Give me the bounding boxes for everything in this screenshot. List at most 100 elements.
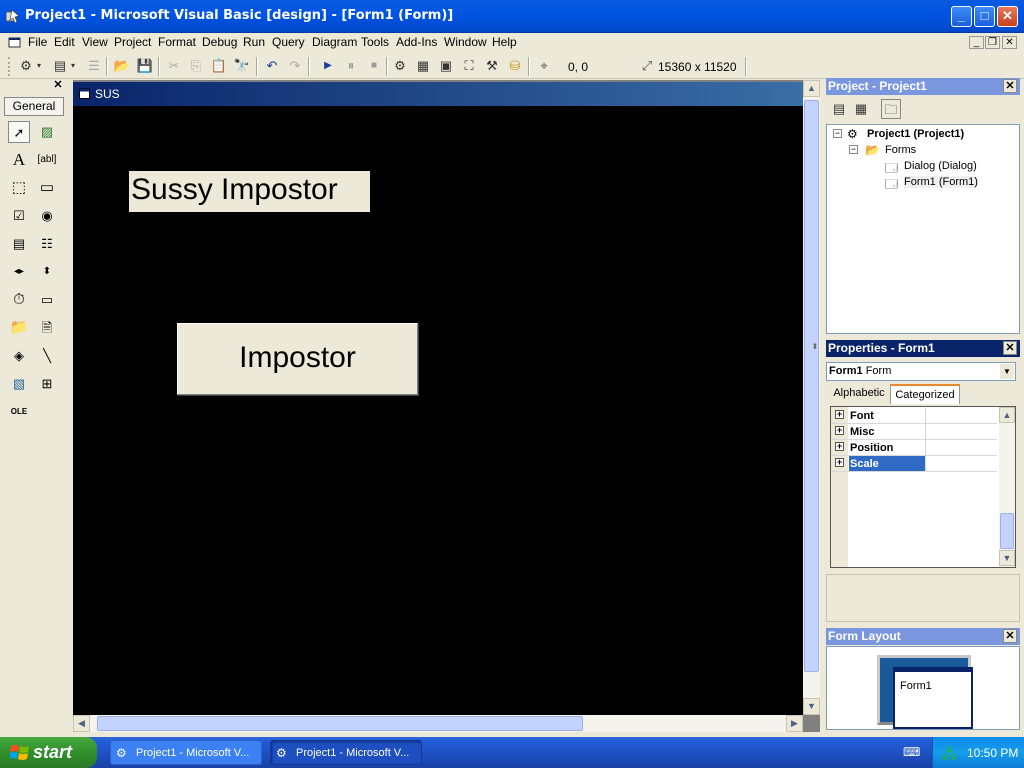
form1-preview[interactable]: Form1 bbox=[893, 667, 973, 729]
object-selector-dropdown-icon[interactable]: ▼ bbox=[1000, 364, 1014, 379]
toolbox-tab-general[interactable]: General bbox=[4, 97, 64, 116]
add-project-icon[interactable]: ⚙ bbox=[16, 56, 36, 76]
end-icon[interactable]: ■ bbox=[364, 56, 384, 76]
collapse-project-icon[interactable]: − bbox=[833, 129, 842, 138]
frame-tool-icon[interactable]: ⬚ bbox=[8, 177, 30, 199]
view-code-icon[interactable]: ▤ bbox=[829, 99, 849, 119]
title-bar[interactable]: Project1 - Microsoft Visual Basic [desig… bbox=[0, 0, 1024, 33]
picturebox-tool-icon[interactable]: ▨ bbox=[36, 121, 58, 143]
tab-alphabetic[interactable]: Alphabetic bbox=[830, 384, 888, 404]
hscrollbar-tool-icon[interactable]: ◂▸ bbox=[8, 261, 30, 283]
scroll-right-icon[interactable]: ▶ bbox=[786, 715, 803, 732]
form1-node[interactable]: Form1 (Form1) bbox=[904, 176, 978, 188]
label-tool-icon[interactable]: A bbox=[8, 149, 30, 171]
menu-editor-icon[interactable]: ☰ bbox=[84, 56, 104, 76]
properties-scrollbar[interactable]: ▲ ▼ bbox=[999, 407, 1015, 567]
textbox-tool-icon[interactable]: [abl] bbox=[36, 149, 58, 171]
expand-font-icon[interactable]: + bbox=[835, 410, 844, 419]
minimize-button[interactable]: _ bbox=[951, 6, 972, 27]
project-panel-close-icon[interactable]: ✕ bbox=[1003, 79, 1017, 93]
add-project-dropdown-icon[interactable]: ▾ bbox=[34, 56, 44, 76]
menu-add-ins[interactable]: Add-Ins bbox=[396, 35, 437, 49]
tab-categorized[interactable]: Categorized bbox=[890, 384, 960, 404]
ole-tool-icon[interactable]: OLE bbox=[8, 401, 30, 423]
object-selector[interactable]: Form1 Form ▼ bbox=[826, 362, 1016, 381]
expand-scale-icon[interactable]: + bbox=[835, 458, 844, 467]
toolbox-icon[interactable]: ⚒ bbox=[482, 56, 502, 76]
view-object-icon[interactable]: ▦ bbox=[851, 99, 871, 119]
drivelistbox-tool-icon[interactable]: ▭ bbox=[36, 289, 58, 311]
dialog-node[interactable]: Dialog (Dialog) bbox=[904, 160, 977, 172]
scroll-up-icon[interactable]: ▲ bbox=[803, 80, 820, 97]
object-browser-icon[interactable]: ⛶ bbox=[459, 56, 479, 76]
open-project-icon[interactable]: 📂 bbox=[112, 56, 132, 76]
maximize-button[interactable]: □ bbox=[974, 6, 995, 27]
horizontal-scrollbar[interactable]: ◀ ▶ bbox=[73, 715, 803, 732]
line-tool-icon[interactable]: ╲ bbox=[36, 345, 58, 367]
save-project-icon[interactable]: 💾 bbox=[135, 56, 155, 76]
project-explorer-icon[interactable]: ⚙ bbox=[390, 56, 410, 76]
optionbutton-tool-icon[interactable]: ◉ bbox=[36, 205, 58, 227]
project-panel-titlebar[interactable]: Project - Project1 ✕ bbox=[826, 78, 1020, 95]
expand-position-icon[interactable]: + bbox=[835, 442, 844, 451]
layout-panel-titlebar[interactable]: Form Layout ✕ bbox=[826, 628, 1020, 645]
paste-icon[interactable]: 📋 bbox=[209, 56, 229, 76]
taskbar-button-1[interactable]: ⚙ Project1 - Microsoft V... bbox=[110, 740, 262, 765]
form-titlebar[interactable]: SUS bbox=[73, 82, 803, 106]
data-tool-icon[interactable]: ⊞ bbox=[36, 373, 58, 395]
properties-panel-titlebar[interactable]: Properties - Form1 ✕ bbox=[826, 340, 1020, 357]
menu-file[interactable]: File bbox=[28, 35, 47, 49]
expand-misc-icon[interactable]: + bbox=[835, 426, 844, 435]
toggle-folders-icon[interactable]: 🗀 bbox=[881, 99, 901, 119]
undo-icon[interactable]: ↶ bbox=[262, 56, 282, 76]
mdi-minimize-button[interactable]: _ bbox=[969, 36, 984, 49]
menu-debug[interactable]: Debug bbox=[202, 35, 237, 49]
image-tool-icon[interactable]: ▧ bbox=[8, 373, 30, 395]
project-root-node[interactable]: Project1 (Project1) bbox=[867, 128, 964, 140]
listbox-tool-icon[interactable]: ☷ bbox=[36, 233, 58, 255]
scroll-left-icon[interactable]: ◀ bbox=[73, 715, 90, 732]
collapse-forms-icon[interactable]: − bbox=[849, 145, 858, 154]
vertical-scroll-thumb[interactable] bbox=[804, 100, 819, 672]
taskbar-button-2[interactable]: ⚙ Project1 - Microsoft V... bbox=[270, 740, 422, 765]
menu-diagram[interactable]: Diagram bbox=[312, 35, 357, 49]
menu-edit[interactable]: Edit bbox=[54, 35, 75, 49]
layout-panel-close-icon[interactable]: ✕ bbox=[1003, 629, 1017, 643]
keyboard-tray-icon[interactable]: ⌨ bbox=[903, 745, 920, 759]
dirlistbox-tool-icon[interactable]: 📁 bbox=[8, 317, 30, 339]
vertical-scrollbar[interactable]: ▲ ▼ bbox=[803, 80, 820, 715]
add-form-icon[interactable]: ▤ bbox=[50, 56, 70, 76]
start-button[interactable]: start bbox=[0, 737, 97, 768]
props-scroll-thumb[interactable] bbox=[1000, 513, 1014, 549]
vscrollbar-tool-icon[interactable]: ⬍ bbox=[36, 261, 58, 283]
scroll-down-icon[interactable]: ▼ bbox=[803, 698, 820, 715]
category-row-scale[interactable]: + Scale bbox=[831, 456, 997, 472]
props-scroll-up-icon[interactable]: ▲ bbox=[999, 407, 1015, 423]
clock[interactable]: 10:50 PM bbox=[967, 746, 1018, 760]
mdi-close-button[interactable]: ✕ bbox=[1002, 36, 1017, 49]
network-tray-icon[interactable]: 🖧 bbox=[942, 745, 957, 767]
menu-help[interactable]: Help bbox=[492, 35, 517, 49]
menu-run[interactable]: Run bbox=[243, 35, 265, 49]
sussy-label[interactable]: Sussy Impostor bbox=[129, 171, 370, 212]
checkbox-tool-icon[interactable]: ☑ bbox=[8, 205, 30, 227]
forms-folder-node[interactable]: Forms bbox=[885, 144, 916, 156]
toolbox-close-icon[interactable]: ✕ bbox=[52, 80, 64, 92]
properties-window-icon[interactable]: ▦ bbox=[413, 56, 433, 76]
pointer-tool-icon[interactable]: ➚ bbox=[8, 121, 30, 143]
menu-tools[interactable]: Tools bbox=[361, 35, 389, 49]
category-row-misc[interactable]: + Misc bbox=[831, 424, 997, 440]
filelistbox-tool-icon[interactable]: 🗎 bbox=[36, 317, 58, 339]
splitter-grip-icon[interactable]: ⬍ bbox=[810, 342, 820, 352]
break-icon[interactable]: ⏸ bbox=[341, 56, 361, 76]
combobox-tool-icon[interactable]: ▤ bbox=[8, 233, 30, 255]
impostor-command-button[interactable]: Impostor bbox=[177, 323, 418, 395]
menu-window[interactable]: Window bbox=[444, 35, 487, 49]
shape-tool-icon[interactable]: ◈ bbox=[8, 345, 30, 367]
props-scroll-down-icon[interactable]: ▼ bbox=[999, 550, 1015, 566]
add-form-dropdown-icon[interactable]: ▾ bbox=[68, 56, 78, 76]
menu-view[interactable]: View bbox=[82, 35, 108, 49]
close-button[interactable]: ✕ bbox=[997, 6, 1018, 27]
find-icon[interactable]: 🔭 bbox=[232, 56, 252, 76]
commandbutton-tool-icon[interactable]: ▭ bbox=[36, 177, 58, 199]
